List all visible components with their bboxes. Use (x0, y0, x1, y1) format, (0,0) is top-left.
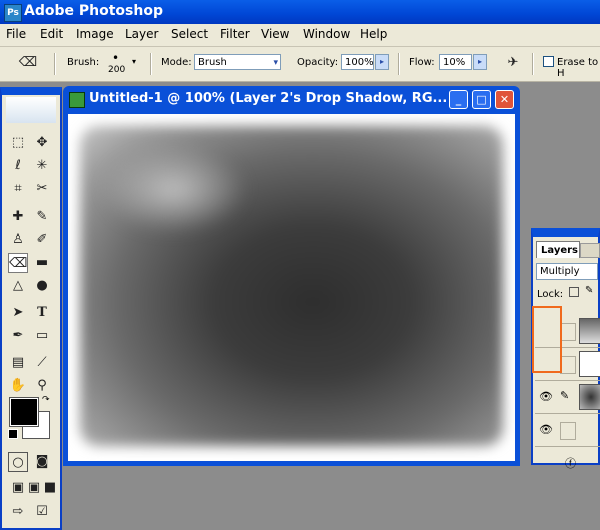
minimize-button[interactable]: _ (449, 90, 468, 109)
history-brush-icon[interactable]: ✐ (32, 230, 52, 250)
zoom-icon[interactable]: ⚲ (32, 376, 52, 396)
document-window: Untitled-1 @ 100% (Layer 2's Drop Shadow… (63, 86, 520, 466)
divider (150, 53, 152, 75)
marquee-icon[interactable]: ⬚ (8, 133, 28, 153)
mode-label: Mode: (161, 57, 192, 68)
notes-icon[interactable]: ▤ (8, 353, 28, 373)
close-button[interactable]: ✕ (495, 90, 514, 109)
menu-filter[interactable]: Filter (220, 27, 250, 41)
tab-layers[interactable]: Layers (536, 241, 580, 258)
shadow-highlight (98, 144, 248, 234)
maximize-button[interactable]: □ (472, 90, 491, 109)
tab-channels[interactable] (580, 243, 600, 258)
feather-logo-icon[interactable] (6, 97, 56, 123)
menu-file[interactable]: File (6, 27, 26, 41)
lock-label: Lock: (537, 289, 564, 300)
flow-slider-button[interactable]: ▸ (473, 54, 487, 70)
move-icon[interactable]: ✥ (32, 133, 52, 153)
menu-help[interactable]: Help (360, 27, 387, 41)
dodge-icon[interactable]: ● (32, 276, 52, 296)
app-title: Adobe Photoshop (24, 3, 163, 19)
crop-icon[interactable]: ⌗ (8, 179, 28, 199)
chevron-down-icon[interactable]: ▾ (132, 57, 136, 66)
jump-to-imageready-icon[interactable]: ⇨ (8, 502, 28, 522)
menu-edit[interactable]: Edit (40, 27, 63, 41)
mode-value: Brush (198, 57, 227, 68)
type-icon[interactable]: T (32, 303, 52, 323)
brush-icon: ✎ (560, 389, 570, 402)
brush-preset-icon[interactable]: • (112, 51, 119, 65)
erase-to-history-label: Erase to H (557, 57, 599, 79)
eyedropper-icon[interactable]: ⟋ (32, 353, 52, 373)
eye-icon[interactable]: 👁 (538, 389, 554, 405)
blend-mode-select[interactable]: Multiply (536, 263, 598, 280)
eraser-tool-icon[interactable]: ⌫ (8, 253, 28, 273)
layer-row[interactable]: 👁 (535, 414, 600, 447)
divider (532, 53, 534, 75)
photoshop-icon: Ps (4, 4, 22, 22)
layer-thumbnail (579, 351, 600, 377)
menu-layer[interactable]: Layer (125, 27, 158, 41)
erase-to-history-checkbox[interactable] (543, 56, 554, 67)
foreground-color-swatch[interactable] (9, 397, 39, 427)
menu-bar: File Edit Image Layer Select Filter View… (0, 24, 600, 47)
app-titlebar: Ps Adobe Photoshop (0, 0, 600, 24)
menu-image[interactable]: Image (76, 27, 114, 41)
toolbox-panel: ⬚ ✥ ℓ ✳ ⌗ ✂ ✚ ✎ ♙ ✐ ⌫ ▬ △ ● ➤ T ✒ ▭ ▤ ⟋ … (0, 87, 62, 530)
lock-transparency-icon[interactable] (569, 287, 579, 297)
opacity-label: Opacity: (297, 57, 339, 68)
default-colors-icon[interactable] (8, 429, 18, 439)
slice-icon[interactable]: ✂ (32, 179, 52, 199)
layer-style-icon[interactable]: ⓕ (565, 455, 576, 471)
brush-size: 200 (108, 65, 126, 75)
blur-icon[interactable]: △ (8, 276, 28, 296)
options-bar: ⌫ Brush: • 200 ▾ Mode: Brush ▾ Opacity: … (0, 47, 600, 82)
opacity-slider-button[interactable]: ▸ (375, 54, 389, 70)
menu-view[interactable]: View (261, 27, 289, 41)
quick-mask-icon[interactable]: ◙ (32, 452, 52, 472)
layer-thumbnail (579, 318, 600, 344)
gradient-icon[interactable]: ▬ (32, 253, 52, 273)
menu-select[interactable]: Select (171, 27, 208, 41)
link-toggle[interactable] (560, 422, 576, 440)
shape-icon[interactable]: ▭ (32, 326, 52, 346)
airbrush-icon[interactable]: ✈ (503, 53, 523, 73)
flow-input[interactable]: 10% (439, 54, 472, 70)
healing-brush-icon[interactable]: ✚ (8, 207, 28, 227)
path-selection-icon[interactable]: ➤ (8, 303, 28, 323)
screen-mode-full-icon[interactable]: ■ (40, 478, 60, 498)
brush-icon[interactable]: ✎ (32, 207, 52, 227)
chevron-down-icon: ▾ (273, 58, 278, 68)
visibility-column-highlight (532, 306, 562, 373)
opacity-input[interactable]: 100% (341, 54, 374, 70)
eye-icon[interactable]: 👁 (538, 422, 554, 438)
lasso-icon[interactable]: ℓ (8, 156, 28, 176)
eraser-icon[interactable]: ⌫ (18, 53, 38, 73)
document-icon (69, 92, 85, 108)
hand-icon[interactable]: ✋ (8, 376, 28, 396)
document-canvas[interactable] (68, 114, 515, 461)
layer-row[interactable]: 👁 ✎ (535, 381, 600, 414)
magic-wand-icon[interactable]: ✳ (32, 156, 52, 176)
layer-thumbnail (579, 384, 600, 410)
menu-window[interactable]: Window (303, 27, 350, 41)
flow-label: Flow: (409, 57, 435, 68)
pen-icon[interactable]: ✒ (8, 326, 28, 346)
brush-label: Brush: (67, 57, 100, 68)
standard-mode-icon[interactable]: ○ (8, 452, 28, 472)
document-title: Untitled-1 @ 100% (Layer 2's Drop Shadow… (89, 91, 448, 106)
divider (54, 53, 56, 75)
link-toggle[interactable] (560, 323, 576, 341)
checkmark-icon[interactable]: ☑ (32, 502, 52, 522)
lock-brush-icon[interactable]: ✎ (585, 285, 593, 296)
link-toggle[interactable] (560, 356, 576, 374)
divider (398, 53, 400, 75)
mode-select[interactable]: Brush ▾ (194, 54, 281, 70)
clone-stamp-icon[interactable]: ♙ (8, 230, 28, 250)
swap-colors-icon[interactable]: ↷ (42, 395, 50, 405)
